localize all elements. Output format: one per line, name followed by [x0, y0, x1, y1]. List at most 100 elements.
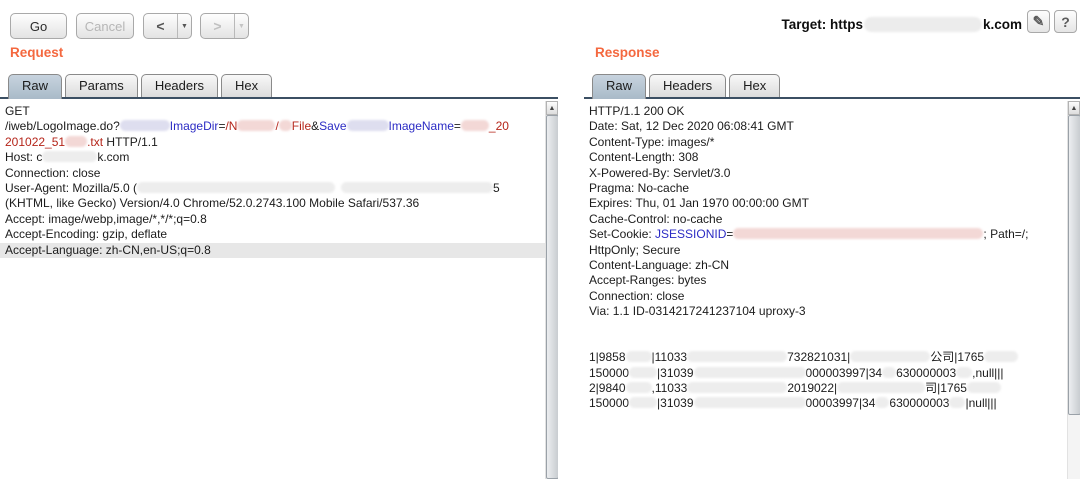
panel-divider[interactable] — [558, 97, 584, 479]
forward-button[interactable]: > ▼ — [200, 13, 249, 39]
redacted-blur — [694, 367, 806, 378]
code-line: Connection: close — [5, 166, 545, 181]
code-text: 201022_51 — [5, 135, 65, 149]
code-text: & — [311, 119, 319, 133]
request-scrollbar[interactable]: ▲ — [545, 101, 558, 479]
code-line: 1|9858|11033732821031|公司|1765 — [589, 350, 1067, 365]
redacted-blur — [882, 367, 896, 378]
tab-headers[interactable]: Headers — [141, 74, 218, 97]
target-label: Target: — [781, 17, 826, 32]
code-text: Expires: Thu, 01 Jan 1970 00:00:00 GMT — [589, 196, 809, 210]
code-text: Accept-Ranges: bytes — [589, 273, 706, 287]
redacted-blur — [626, 382, 652, 393]
code-line: Accept-Ranges: bytes — [589, 273, 1067, 288]
help-button[interactable]: ? — [1054, 10, 1077, 33]
tab-hex[interactable]: Hex — [221, 74, 272, 97]
code-text: |31039 — [657, 396, 694, 410]
tab-params[interactable]: Params — [65, 74, 138, 97]
code-text: Host: c — [5, 150, 42, 164]
chevron-down-icon[interactable]: ▼ — [177, 14, 191, 38]
cancel-button[interactable]: Cancel — [76, 13, 134, 39]
code-text: ,null||| — [972, 366, 1003, 380]
code-text: Content-Language: zh-CN — [589, 258, 729, 272]
code-text: Content-Length: 308 — [589, 150, 698, 164]
request-editor[interactable]: GET/iweb/LogoImage.do?ImageDir=/N/File&S… — [0, 97, 558, 479]
code-line: GET — [5, 104, 545, 119]
tab-hex[interactable]: Hex — [729, 74, 780, 97]
redacted-blur — [629, 397, 657, 408]
code-text: /N — [225, 119, 237, 133]
redacted-blur — [347, 120, 389, 131]
code-line: Via: 1.1 ID-0314217241237104 uproxy-3 — [589, 304, 1067, 319]
code-text: 150000 — [589, 396, 629, 410]
redacted-blur — [65, 136, 87, 147]
code-text: = — [454, 119, 461, 133]
redacted-blur — [687, 382, 787, 393]
code-line: Accept: image/webp,image/*,*/*;q=0.8 — [5, 212, 545, 227]
code-text: 630000003 — [896, 366, 956, 380]
code-text: ; Path=/; — [983, 227, 1028, 241]
redacted-blur — [279, 120, 292, 131]
response-editor[interactable]: HTTP/1.1 200 OKDate: Sat, 12 Dec 2020 06… — [584, 97, 1080, 479]
code-text: ImageName — [389, 119, 454, 133]
code-text: Save — [319, 119, 346, 133]
code-text: Accept-Encoding: gzip, deflate — [5, 227, 167, 241]
code-line: Accept-Encoding: gzip, deflate — [5, 227, 545, 242]
code-text: HTTP/1.1 200 OK — [589, 104, 684, 118]
back-button[interactable]: < ▼ — [143, 13, 192, 39]
target-redacted-blur — [864, 17, 982, 32]
code-text: Connection: close — [589, 289, 684, 303]
arrow-up-icon: ▲ — [1071, 105, 1078, 112]
tab-raw[interactable]: Raw — [592, 74, 646, 99]
code-line: 150000|3103900003997|34630000003|null||| — [589, 396, 1067, 411]
request-text[interactable]: GET/iweb/LogoImage.do?ImageDir=/N/File&S… — [0, 101, 545, 479]
code-text: 1|9858 — [589, 350, 626, 364]
code-text: ,11033 — [652, 381, 688, 395]
redacted-blur — [42, 151, 97, 162]
code-text: Set-Cookie: — [589, 227, 655, 241]
code-text: /iweb/LogoImage.do? — [5, 119, 120, 133]
edit-target-button[interactable]: ✎ — [1027, 10, 1050, 33]
code-text: Accept: image/webp,image/*,*/*;q=0.8 — [5, 212, 207, 226]
code-line: Set-Cookie: JSESSIONID=; Path=/; — [589, 227, 1067, 242]
response-panel-title: Response — [595, 45, 660, 60]
scrollbar-thumb[interactable] — [1068, 115, 1080, 415]
scroll-up-button[interactable]: ▲ — [546, 101, 558, 115]
code-text: = — [726, 227, 733, 241]
code-text: HTTP/1.1 — [103, 135, 158, 149]
tab-raw[interactable]: Raw — [8, 74, 62, 99]
chevron-down-icon[interactable]: ▼ — [234, 14, 248, 38]
request-panel-title: Request — [10, 45, 63, 60]
response-text[interactable]: HTTP/1.1 200 OKDate: Sat, 12 Dec 2020 06… — [584, 101, 1067, 479]
response-scrollbar[interactable]: ▲ — [1067, 101, 1080, 479]
code-line: Date: Sat, 12 Dec 2020 06:08:41 GMT — [589, 119, 1067, 134]
code-text: Pragma: No-cache — [589, 181, 689, 195]
code-text: Via: 1.1 ID-0314217241237104 uproxy-3 — [589, 304, 806, 318]
tab-headers[interactable]: Headers — [649, 74, 726, 97]
forward-icon: > — [201, 18, 234, 34]
code-line: 2|9840,110332019022|司|1765 — [589, 381, 1067, 396]
code-line: Pragma: No-cache — [589, 181, 1067, 196]
scroll-up-button[interactable]: ▲ — [1068, 101, 1080, 115]
code-text: |11033 — [652, 350, 688, 364]
code-text: Cache-Control: no-cache — [589, 212, 722, 226]
redacted-blur — [733, 228, 983, 239]
redacted-blur — [837, 382, 925, 393]
code-text: 5 — [493, 181, 500, 195]
go-button[interactable]: Go — [10, 13, 67, 39]
code-line: /iweb/LogoImage.do?ImageDir=/N/File&Save… — [5, 119, 545, 134]
target-url-suffix: k.com — [983, 17, 1022, 32]
code-line: User-Agent: Mozilla/5.0 (5 — [5, 181, 545, 196]
code-text: |null||| — [965, 396, 996, 410]
redacted-blur — [629, 367, 657, 378]
redacted-blur — [967, 382, 1001, 393]
code-line: Expires: Thu, 01 Jan 1970 00:00:00 GMT — [589, 196, 1067, 211]
redacted-blur — [237, 120, 275, 131]
redacted-blur — [687, 351, 787, 362]
code-text: Accept-Language: zh-CN,en-US;q=0.8 — [5, 243, 211, 257]
redacted-blur — [984, 351, 1018, 362]
code-text: 2|9840 — [589, 381, 626, 395]
code-line: HttpOnly; Secure — [589, 243, 1067, 258]
code-line: Cache-Control: no-cache — [589, 212, 1067, 227]
code-line: Content-Length: 308 — [589, 150, 1067, 165]
